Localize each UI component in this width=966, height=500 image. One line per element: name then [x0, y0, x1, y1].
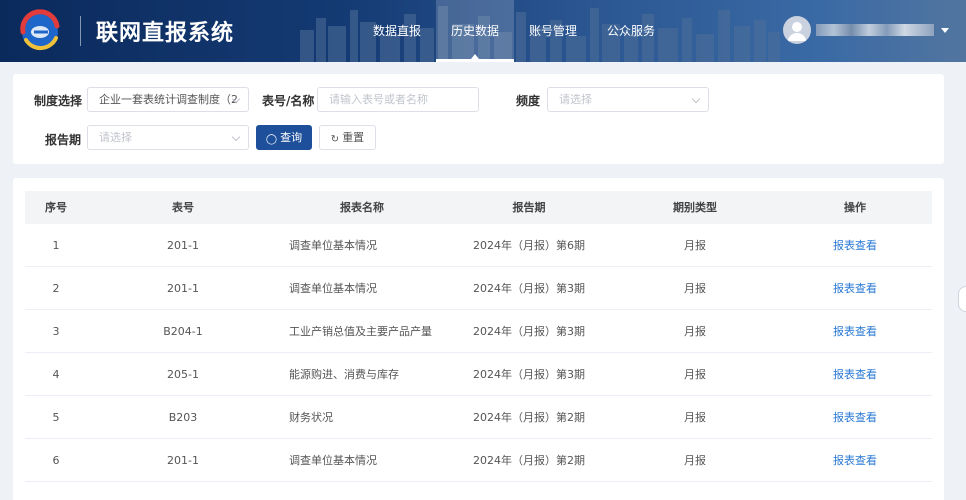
- user-menu-chevron-down-icon[interactable]: [941, 28, 949, 33]
- reset-button-label: 重置: [342, 131, 365, 144]
- cell-type: 月报: [684, 282, 706, 295]
- nav-account-management[interactable]: 账号管理: [514, 0, 592, 62]
- view-report-link[interactable]: 报表查看: [795, 310, 915, 353]
- table-row: 2 201-1 调查单位基本情况 2024年（月报）第3期 月报 报表查看: [25, 267, 932, 310]
- column-header-code: 表号: [172, 201, 194, 214]
- cell-name: 工业产销总值及主要产品产量: [289, 325, 432, 338]
- column-header-type: 期别类型: [673, 201, 717, 214]
- view-report-link[interactable]: 报表查看: [795, 267, 915, 310]
- form-search-placeholder: 请输入表号或者名称: [329, 93, 428, 106]
- period-select[interactable]: 请选择: [87, 125, 249, 150]
- cell-index: 3: [52, 325, 60, 338]
- chevron-down-icon: [231, 132, 241, 142]
- history-table-panel: 序号 表号 报表名称 报告期 期别类型 操作 1 201-1 调查单位基本情况 …: [13, 178, 944, 500]
- cell-code: B203: [168, 411, 198, 424]
- table-row: 5 B203 财务状况 2024年（月报）第2期 月报 报表查看: [25, 396, 932, 439]
- table-row: 3 B204-1 工业产销总值及主要产品产量 2024年（月报）第3期 月报 报…: [25, 310, 932, 353]
- column-header-action: 操作: [844, 201, 866, 214]
- view-report-link[interactable]: 报表查看: [795, 353, 915, 396]
- column-header-index: 序号: [45, 201, 67, 214]
- view-report-link[interactable]: 报表查看: [795, 224, 915, 267]
- cell-name: 调查单位基本情况: [289, 454, 377, 467]
- filter-panel: 制度选择 企业一套表统计调查制度（2 表号/名称 请输入表号或者名称 频度 请选…: [13, 74, 944, 164]
- nav-data-report[interactable]: 数据直报: [358, 0, 436, 62]
- cell-type: 月报: [684, 239, 706, 252]
- active-indicator-icon: [471, 54, 480, 59]
- cell-period: 2024年（月报）第3期: [473, 325, 585, 338]
- cell-name: 能源购进、消费与库存: [289, 368, 399, 381]
- form-label: 表号/名称: [262, 94, 315, 108]
- cell-period: 2024年（月报）第2期: [473, 411, 585, 424]
- nav-public-service[interactable]: 公众服务: [592, 0, 670, 62]
- cell-index: 1: [52, 239, 60, 252]
- column-header-name: 报表名称: [340, 201, 384, 214]
- table-header: 序号 表号 报表名称 报告期 期别类型 操作: [25, 191, 932, 224]
- cell-name: 调查单位基本情况: [289, 282, 377, 295]
- cell-period: 2024年（月报）第2期: [473, 454, 585, 467]
- cell-index: 4: [52, 368, 60, 381]
- frequency-label: 频度: [516, 94, 541, 108]
- cell-index: 2: [52, 282, 60, 295]
- system-select[interactable]: 企业一套表统计调查制度（2: [87, 87, 249, 112]
- top-header: 联网直报系统 数据直报 历史数据 账号管理 公众服务: [0, 0, 966, 62]
- query-button-label: 查询: [280, 131, 303, 144]
- cell-index: 5: [52, 411, 60, 424]
- form-search-input[interactable]: 请输入表号或者名称: [317, 87, 479, 112]
- nav-label: 历史数据: [451, 24, 500, 38]
- cell-type: 月报: [684, 454, 706, 467]
- cell-code: 201-1: [167, 239, 199, 252]
- table-row: 4 205-1 能源购进、消费与库存 2024年（月报）第3期 月报 报表查看: [25, 353, 932, 396]
- globe-logo-icon: [20, 9, 60, 51]
- nav-label: 数据直报: [373, 24, 422, 38]
- cell-type: 月报: [684, 411, 706, 424]
- cell-name: 调查单位基本情况: [289, 239, 377, 252]
- frequency-placeholder: 请选择: [559, 93, 592, 106]
- cell-code: 205-1: [167, 368, 199, 381]
- cell-code: 201-1: [167, 282, 199, 295]
- cell-period: 2024年（月报）第6期: [473, 239, 585, 252]
- logo-divider: [80, 16, 81, 46]
- nav-label: 账号管理: [529, 24, 578, 38]
- main-nav: 数据直报 历史数据 账号管理 公众服务: [358, 0, 670, 62]
- chevron-down-icon: [691, 94, 701, 104]
- cell-code: 201-1: [167, 454, 199, 467]
- query-button[interactable]: ◯ 查询: [256, 125, 312, 150]
- user-avatar-icon[interactable]: [783, 16, 811, 44]
- system-select-value: 企业一套表统计调查制度（2: [99, 93, 238, 106]
- cell-code: B204-1: [163, 325, 203, 338]
- cell-name: 财务状况: [289, 411, 333, 424]
- period-label: 报告期: [45, 133, 82, 147]
- username-redacted[interactable]: [816, 24, 934, 36]
- app-title: 联网直报系统: [96, 21, 235, 46]
- cell-period: 2024年（月报）第3期: [473, 368, 585, 381]
- column-header-period: 报告期: [512, 201, 546, 214]
- side-collapse-tab[interactable]: [958, 286, 966, 312]
- view-report-link[interactable]: 报表查看: [795, 396, 915, 439]
- table-row: 1 201-1 调查单位基本情况 2024年（月报）第6期 月报 报表查看: [25, 224, 932, 267]
- reset-button[interactable]: ↻ 重置: [319, 125, 376, 150]
- table-row: 6 201-1 调查单位基本情况 2024年（月报）第2期 月报 报表查看: [25, 439, 932, 482]
- cell-index: 6: [52, 454, 60, 467]
- nav-label: 公众服务: [607, 24, 656, 38]
- refresh-icon: ↻: [330, 134, 340, 145]
- cell-type: 月报: [684, 325, 706, 338]
- search-icon: ◯: [265, 134, 278, 145]
- cell-type: 月报: [684, 368, 706, 381]
- cell-period: 2024年（月报）第3期: [473, 282, 585, 295]
- nav-history-data[interactable]: 历史数据: [436, 0, 515, 62]
- system-select-label: 制度选择: [34, 94, 83, 108]
- frequency-select[interactable]: 请选择: [547, 87, 709, 112]
- view-report-link[interactable]: 报表查看: [795, 439, 915, 482]
- period-placeholder: 请选择: [99, 131, 132, 144]
